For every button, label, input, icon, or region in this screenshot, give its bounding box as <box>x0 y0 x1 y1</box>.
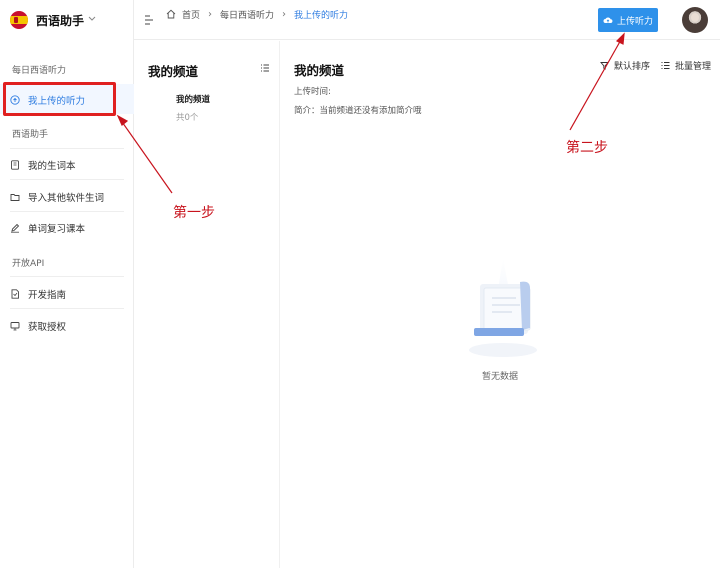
divider <box>10 179 124 180</box>
nav-group-daily-listening: 每日西语听力 <box>12 66 67 76</box>
divider <box>10 148 124 149</box>
channel-panel-title: 我的频道 <box>148 64 199 79</box>
divider <box>10 308 124 309</box>
chevron-down-icon <box>88 15 96 25</box>
document-icon <box>10 289 20 299</box>
upload-button-label: 上传听力 <box>616 16 653 27</box>
sidebar-item-review-textbook[interactable]: 单词复习课本 <box>10 221 85 235</box>
list-manage-icon <box>661 61 670 70</box>
empty-state-illustration <box>469 258 537 357</box>
monitor-icon <box>10 321 20 331</box>
channel-item-count: 共0个 <box>176 113 199 123</box>
breadcrumb: 首页 › 每日西语听力 › 我上传的听力 <box>166 7 348 21</box>
sidebar-item-label: 开发指南 <box>28 290 67 301</box>
menu-collapse-icon[interactable] <box>144 14 154 26</box>
sidebar-item-label: 导入其他软件生词 <box>28 193 105 204</box>
sidebar-item-label: 我的生词本 <box>28 161 76 172</box>
list-icon[interactable] <box>260 63 270 73</box>
nav-group-open-api: 开放API <box>12 259 45 269</box>
sort-label: 默认排序 <box>614 62 651 72</box>
default-sort-button[interactable]: 默认排序 <box>600 59 650 72</box>
channel-list-panel: 我的频道 我的频道 共0个 <box>134 41 280 568</box>
user-avatar[interactable] <box>682 7 708 33</box>
sidebar-item-label: 获取授权 <box>28 322 67 333</box>
notebook-icon <box>10 160 20 170</box>
divider <box>10 211 124 212</box>
upload-listening-button[interactable]: 上传听力 <box>598 8 658 32</box>
cloud-upload-icon <box>603 16 613 24</box>
divider <box>10 276 124 277</box>
sort-icon <box>600 61 609 70</box>
spain-flag-logo <box>10 11 28 29</box>
breadcrumb-home[interactable]: 首页 <box>182 8 200 21</box>
top-header: 首页 › 每日西语听力 › 我上传的听力 上传听力 <box>134 0 720 40</box>
chevron-right-icon: › <box>208 8 213 20</box>
pencil-icon <box>10 223 20 233</box>
sidebar-item-import-words[interactable]: 导入其他软件生词 <box>10 190 104 204</box>
empty-state-text: 暂无数据 <box>482 372 519 382</box>
folder-icon <box>10 192 20 202</box>
sidebar: 西语助手 每日西语听力 我上传的听力 西语助手 我的生词本 导入其他软件生词 单… <box>0 0 134 568</box>
sidebar-item-label: 单词复习课本 <box>28 224 86 235</box>
sidebar-item-dev-guide[interactable]: 开发指南 <box>10 287 66 301</box>
chevron-right-icon: › <box>282 8 287 20</box>
sidebar-item-vocab-book[interactable]: 我的生词本 <box>10 158 76 172</box>
upload-time-label: 上传时间: <box>294 87 331 97</box>
step1-label: 第一步 <box>173 205 215 221</box>
channel-item-name[interactable]: 我的频道 <box>176 93 210 105</box>
batch-manage-button[interactable]: 批量管理 <box>661 59 711 72</box>
sidebar-item-get-authorization[interactable]: 获取授权 <box>10 319 66 333</box>
step2-arrow-line <box>569 37 623 131</box>
app-brand[interactable]: 西语助手 <box>10 8 96 32</box>
home-icon[interactable] <box>166 9 176 19</box>
breadcrumb-daily-listening[interactable]: 每日西语听力 <box>220 8 274 21</box>
nav-group-assistant: 西语助手 <box>12 130 49 140</box>
step1-highlight-box <box>3 82 116 116</box>
channel-intro: 简介：当前频道还没有添加简介哦 <box>294 106 422 116</box>
breadcrumb-current: 我上传的听力 <box>294 10 349 21</box>
step2-label: 第二步 <box>566 140 608 156</box>
batch-label: 批量管理 <box>675 62 712 72</box>
main-title: 我的频道 <box>294 63 345 78</box>
app-name: 西语助手 <box>36 13 85 28</box>
